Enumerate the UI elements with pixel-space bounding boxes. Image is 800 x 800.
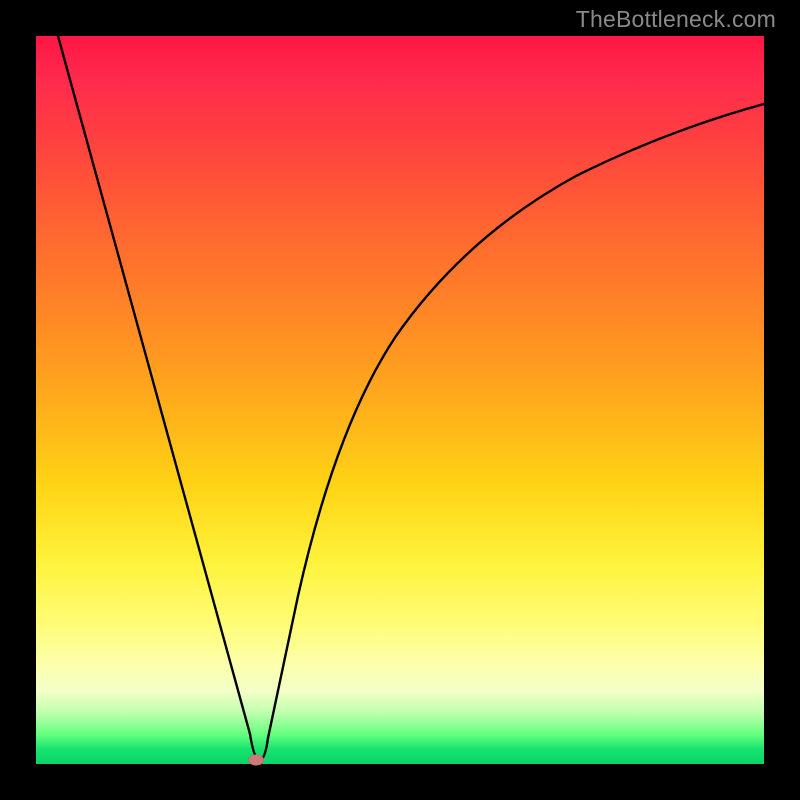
curve-left [58, 36, 250, 734]
minimum-marker [248, 755, 264, 766]
curve-layer [36, 36, 764, 764]
curve-right [268, 104, 764, 738]
watermark-text: TheBottleneck.com [576, 6, 776, 33]
chart-frame: TheBottleneck.com [0, 0, 800, 800]
plot-area [36, 36, 764, 764]
